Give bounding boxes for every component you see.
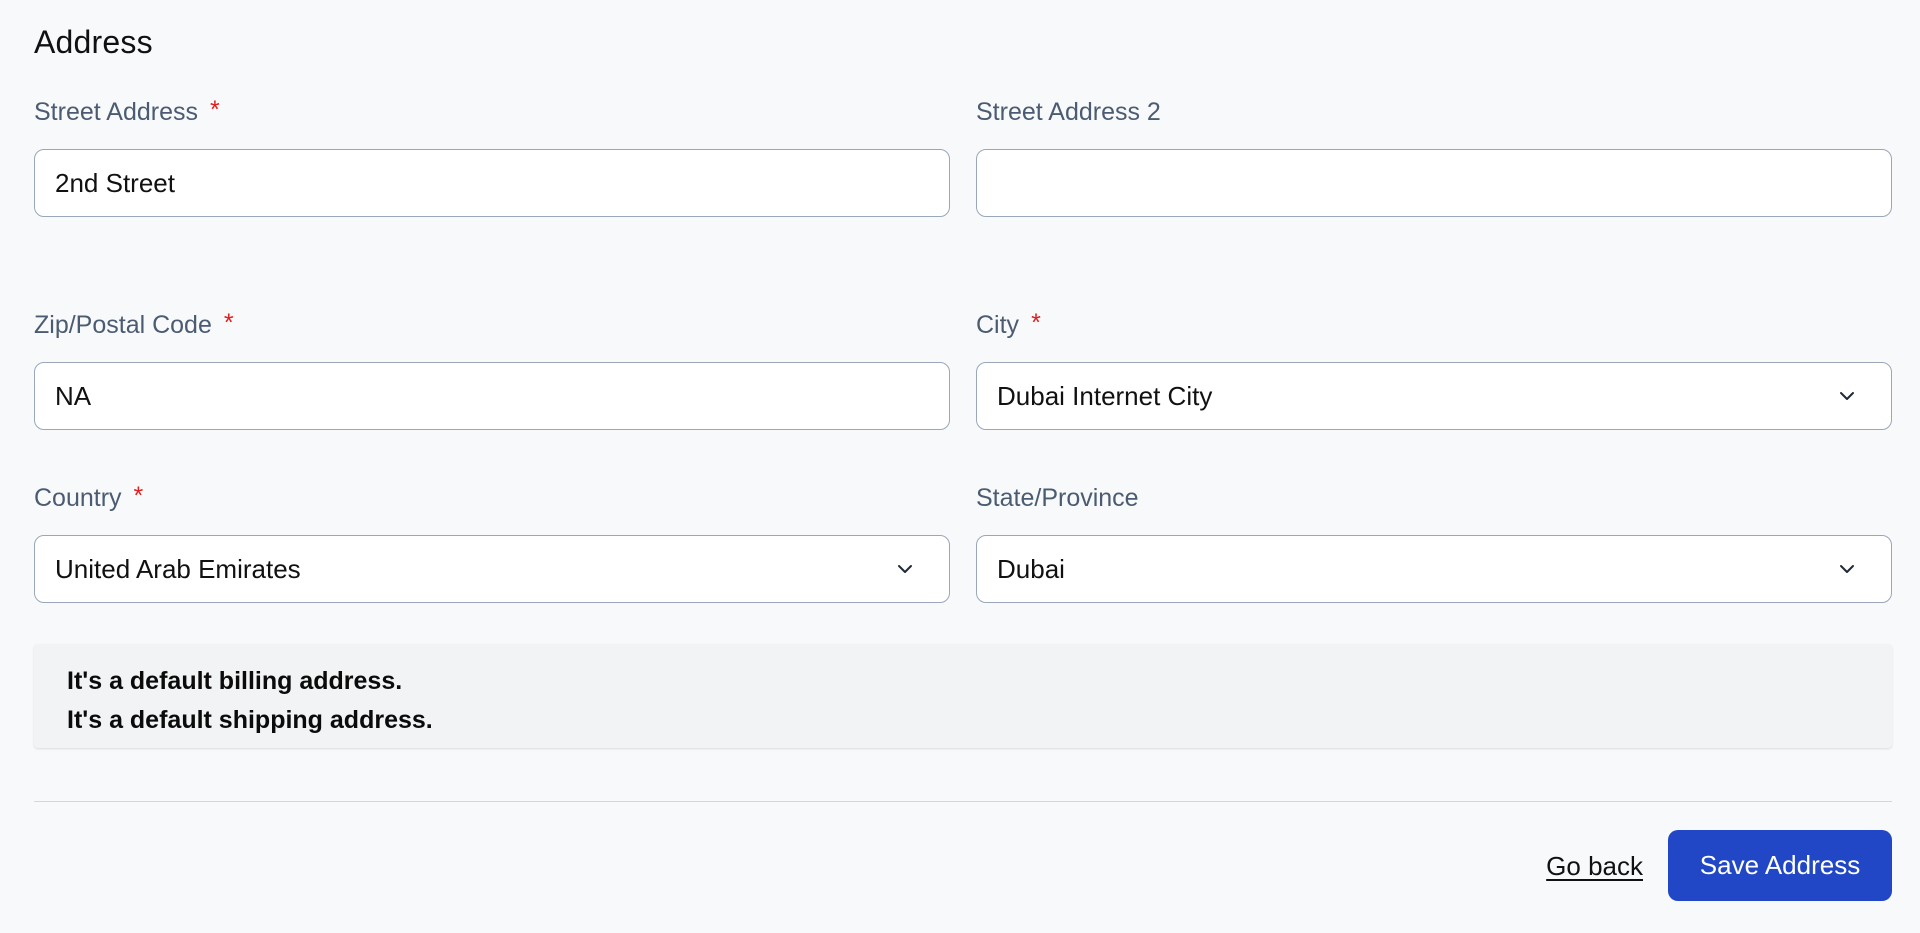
street-address-2-input[interactable]: [976, 149, 1892, 217]
street-address-input[interactable]: 2nd Street: [34, 149, 950, 217]
zip-code-input[interactable]: NA: [34, 362, 950, 430]
country-label-row: Country *: [34, 481, 950, 515]
section-title: Address: [34, 24, 153, 60]
required-indicator: *: [223, 309, 234, 337]
state-label-row: State/Province: [976, 481, 1892, 515]
go-back-link[interactable]: Go back: [1546, 849, 1643, 883]
chevron-down-icon: [1837, 386, 1857, 406]
country-value: United Arab Emirates: [55, 553, 301, 584]
default-billing-text: It's a default billing address.: [67, 667, 403, 695]
city-field: City * Dubai Internet City: [976, 308, 1892, 430]
city-label-row: City *: [976, 308, 1892, 342]
required-indicator: *: [1031, 309, 1041, 337]
street-address-label-row: Street Address *: [34, 95, 950, 129]
street-address-2-label: Street Address 2: [976, 98, 1161, 126]
city-value: Dubai Internet City: [997, 380, 1213, 411]
required-indicator: *: [209, 96, 220, 124]
state-value: Dubai: [997, 553, 1065, 584]
default-address-notice: It's a default billing address. It's a d…: [34, 644, 1892, 748]
zip-code-value: NA: [55, 380, 92, 411]
country-field: Country * United Arab Emirates: [34, 481, 950, 603]
city-select[interactable]: Dubai Internet City: [976, 362, 1892, 430]
chevron-down-icon: [895, 559, 915, 579]
street-address-2-label-row: Street Address 2: [976, 95, 1892, 129]
state-label: State/Province: [976, 484, 1139, 512]
street-address-label: Street Address: [34, 98, 198, 126]
divider: [34, 801, 1892, 802]
zip-code-field: Zip/Postal Code * NA: [34, 308, 950, 430]
country-select[interactable]: United Arab Emirates: [34, 535, 950, 603]
chevron-down-icon: [1837, 559, 1857, 579]
default-shipping-text: It's a default shipping address.: [67, 706, 433, 734]
save-address-button[interactable]: Save Address: [1668, 830, 1892, 901]
street-address-2-field: Street Address 2: [976, 95, 1892, 217]
country-label: Country: [34, 484, 122, 512]
street-address-value: 2nd Street: [55, 167, 175, 198]
state-select[interactable]: Dubai: [976, 535, 1892, 603]
state-field: State/Province Dubai: [976, 481, 1892, 603]
zip-code-label-row: Zip/Postal Code *: [34, 308, 950, 342]
street-address-field: Street Address * 2nd Street: [34, 95, 950, 217]
address-form: Address Street Address * 2nd Street Stre…: [0, 0, 1920, 933]
city-label: City: [976, 311, 1020, 339]
required-indicator: *: [133, 482, 144, 510]
zip-code-label: Zip/Postal Code: [34, 311, 212, 339]
